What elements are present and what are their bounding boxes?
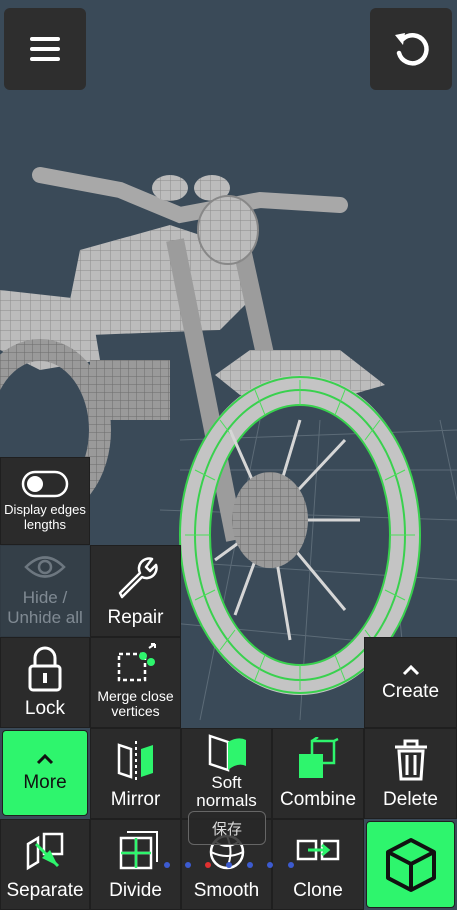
lock-label: Lock bbox=[24, 698, 66, 719]
undo-button[interactable] bbox=[370, 8, 452, 90]
lock-icon bbox=[28, 646, 62, 691]
repair-button[interactable]: Repair bbox=[90, 545, 181, 637]
create-label: Create bbox=[381, 680, 440, 702]
create-button[interactable]: Create bbox=[364, 637, 457, 728]
page-dot bbox=[225, 862, 232, 868]
soft-normals-button[interactable]: Soft normals bbox=[181, 728, 272, 819]
merge-vertices-label: Merge close vertices bbox=[97, 688, 174, 719]
soft-normals-label: Soft normals bbox=[196, 773, 257, 810]
toggle-switch[interactable] bbox=[21, 470, 69, 498]
page-indicator bbox=[164, 858, 294, 872]
repair-label: Repair bbox=[107, 607, 164, 628]
mirror-label: Mirror bbox=[110, 789, 161, 810]
page-dot-active bbox=[205, 862, 212, 868]
combine-icon bbox=[299, 736, 339, 778]
page-dot bbox=[164, 862, 170, 868]
trash-icon bbox=[394, 739, 427, 780]
divide-label: Divide bbox=[109, 880, 162, 901]
lock-button[interactable]: Lock bbox=[0, 637, 90, 728]
more-label: More bbox=[23, 772, 67, 793]
soft-normals-icon bbox=[208, 734, 246, 772]
menu-button[interactable] bbox=[4, 8, 86, 90]
divide-icon bbox=[119, 830, 158, 869]
clone-label: Clone bbox=[293, 880, 343, 901]
hide-unhide-button[interactable]: Hide / Unhide all bbox=[0, 545, 90, 637]
separate-label: Separate bbox=[6, 880, 84, 901]
separate-icon bbox=[26, 832, 64, 870]
menu-icon bbox=[30, 37, 60, 61]
combine-label: Combine bbox=[279, 789, 357, 810]
combine-button[interactable]: Combine bbox=[272, 728, 364, 819]
wrench-icon bbox=[118, 557, 158, 599]
eye-icon bbox=[24, 556, 66, 578]
hide-unhide-label: Hide / Unhide all bbox=[7, 588, 83, 627]
page-dot bbox=[287, 862, 294, 868]
delete-label: Delete bbox=[383, 789, 438, 810]
merge-vertices-icon bbox=[117, 642, 156, 681]
cube-icon bbox=[385, 837, 436, 892]
delete-button[interactable]: Delete bbox=[364, 728, 457, 819]
page-dot bbox=[267, 862, 274, 868]
undo-icon bbox=[395, 33, 429, 66]
smooth-label: Smooth bbox=[193, 880, 260, 901]
separate-button[interactable]: Separate bbox=[0, 819, 90, 910]
page-dot bbox=[184, 862, 191, 868]
mirror-icon bbox=[117, 740, 153, 781]
clone-icon bbox=[296, 839, 340, 860]
save-toast: 保存 bbox=[188, 811, 266, 845]
chevron-up-icon bbox=[402, 664, 419, 675]
chevron-up-icon bbox=[36, 753, 54, 765]
create-object-button[interactable] bbox=[366, 821, 455, 908]
merge-vertices-button[interactable]: Merge close vertices bbox=[90, 637, 181, 728]
mirror-button[interactable]: Mirror bbox=[90, 728, 181, 819]
more-button[interactable]: More bbox=[2, 730, 88, 816]
page-dot bbox=[246, 862, 253, 868]
display-edges-toggle-panel[interactable]: Display edges lengths bbox=[0, 457, 90, 545]
display-edges-label: Display edges lengths bbox=[4, 502, 86, 532]
